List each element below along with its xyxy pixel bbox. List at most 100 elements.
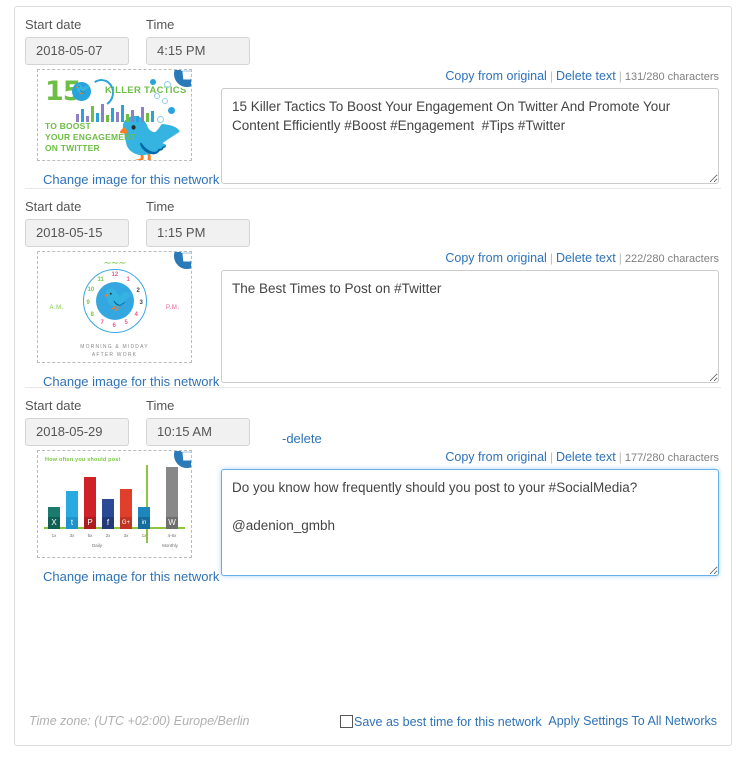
trash-icon	[180, 251, 192, 263]
post-image-2[interactable]: ∼∼∼ A.M. P.M. 12 1 2 3 4 5 6	[37, 251, 192, 363]
datetime-row-1: Start date Time	[15, 7, 731, 69]
datetime-row-3: Start date Time -delete	[15, 388, 731, 450]
text-side-2: Copy from original|Delete text|222/280 c…	[221, 251, 731, 383]
start-date-label-3: Start date	[25, 398, 129, 414]
post-text-area-3[interactable]	[221, 469, 719, 576]
tools-separator: |	[550, 450, 553, 464]
squiggle-icon: ∼∼∼	[103, 259, 125, 269]
start-date-label-2: Start date	[25, 199, 129, 215]
time-label-2: Time	[146, 199, 250, 215]
content-row-3: How often you should post X 1x t 3x	[15, 450, 731, 580]
text-side-3: Copy from original|Delete text|177/280 c…	[221, 450, 731, 576]
copy-from-original-link-3[interactable]: Copy from original	[445, 450, 546, 464]
clock-graphic: ∼∼∼ A.M. P.M. 12 1 2 3 4 5 6	[40, 253, 190, 361]
image-art-killer-tactics: 🐦 15 🐦 KILLER TACTICS	[38, 70, 191, 160]
text-side-1: Copy from original|Delete text|131/280 c…	[221, 69, 731, 184]
art-tagline-line1: TO BOOST	[45, 121, 136, 132]
post-text-area-2[interactable]	[221, 270, 719, 383]
start-date-field-2: Start date	[25, 199, 129, 247]
tools-separator: |	[619, 251, 622, 265]
tools-separator: |	[550, 69, 553, 83]
change-image-link-1[interactable]: Change image for this network	[43, 172, 194, 187]
bubble-dot-icon	[168, 107, 175, 114]
bubble-ring-icon	[164, 81, 171, 88]
bubble-ring-icon	[162, 98, 168, 104]
change-image-link-3[interactable]: Change image for this network	[43, 569, 194, 584]
post-block-2: Start date Time ∼∼∼ A.M. P.M.	[15, 189, 731, 387]
char-counter-1: 131/280 characters	[625, 71, 719, 83]
panel-footer: Time zone: (UTC +02:00) Europe/Berlin Sa…	[15, 701, 731, 745]
bubble-ring-icon	[154, 93, 160, 99]
time-input-3[interactable]	[146, 418, 250, 446]
am-label: A.M.	[50, 305, 64, 311]
thumbnail-wrap-1: 🐦 15 🐦 KILLER TACTICS	[37, 69, 194, 187]
time-field-2: Time	[146, 199, 250, 247]
image-art-post-frequency-chart: How often you should post X 1x t 3x	[38, 451, 191, 557]
twitter-bird-icon: 🐦	[96, 282, 134, 320]
tools-separator: |	[619, 69, 622, 83]
post-block-1: Start date Time 🐦 15 🐦 KILLER TACTICS	[15, 7, 731, 188]
post-image-1[interactable]: 🐦 15 🐦 KILLER TACTICS	[37, 69, 192, 161]
best-time-group: Save as best time for this network	[340, 714, 542, 729]
time-field-3: Time	[146, 398, 250, 446]
skyline-graphic	[76, 102, 158, 122]
tools-separator: |	[619, 450, 622, 464]
content-row-2: ∼∼∼ A.M. P.M. 12 1 2 3 4 5 6	[15, 251, 731, 387]
start-date-input-3[interactable]	[25, 418, 129, 446]
clock-caption: MORNING & MIDDAY AFTER WORK	[40, 343, 190, 359]
datetime-row-2: Start date Time	[15, 189, 731, 251]
time-field-1: Time	[146, 17, 250, 65]
time-label-3: Time	[146, 398, 250, 414]
chart-daily-label: Daily	[54, 543, 140, 548]
text-tools-2: Copy from original|Delete text|222/280 c…	[221, 251, 719, 270]
network-post-panel: Start date Time 🐦 15 🐦 KILLER TACTICS	[14, 6, 732, 746]
chart-art-title: How often you should post	[45, 457, 121, 463]
delete-text-link-1[interactable]: Delete text	[556, 69, 616, 83]
art-tagline-line2: YOUR ENGAGEMENT	[45, 132, 136, 143]
pm-label: P.M.	[166, 305, 180, 311]
start-date-label-1: Start date	[25, 17, 129, 33]
text-tools-3: Copy from original|Delete text|177/280 c…	[221, 450, 719, 469]
tools-separator: |	[550, 251, 553, 265]
delete-entry-link-3[interactable]: -delete	[282, 431, 322, 446]
start-date-field-1: Start date	[25, 17, 129, 65]
copy-from-original-link-2[interactable]: Copy from original	[445, 251, 546, 265]
time-input-1[interactable]	[146, 37, 250, 65]
save-best-time-checkbox[interactable]	[340, 715, 353, 728]
delete-text-link-3[interactable]: Delete text	[556, 450, 616, 464]
start-date-input-1[interactable]	[25, 37, 129, 65]
chart-monthly-label: Monthly	[150, 543, 190, 548]
content-row-1: 🐦 15 🐦 KILLER TACTICS	[15, 69, 731, 188]
clock-caption-line2: AFTER WORK	[40, 351, 190, 359]
art-tagline-line3: ON TWITTER	[45, 143, 136, 154]
post-image-3[interactable]: How often you should post X 1x t 3x	[37, 450, 192, 558]
trash-icon	[180, 69, 192, 81]
bubble-ring-icon	[157, 116, 164, 123]
char-counter-2: 222/280 characters	[625, 253, 719, 265]
copy-from-original-link-1[interactable]: Copy from original	[445, 69, 546, 83]
timezone-label: Time zone: (UTC +02:00) Europe/Berlin	[29, 714, 249, 728]
thumbnail-wrap-3: How often you should post X 1x t 3x	[37, 450, 194, 584]
clock-caption-line1: MORNING & MIDDAY	[40, 343, 190, 351]
time-input-2[interactable]	[146, 219, 250, 247]
clock-face: 12 1 2 3 4 5 6 7 8 9 10	[83, 269, 147, 333]
thumbnail-wrap-2: ∼∼∼ A.M. P.M. 12 1 2 3 4 5 6	[37, 251, 194, 389]
save-best-time-label[interactable]: Save as best time for this network	[354, 715, 542, 729]
post-block-3: Start date Time -delete How often you sh…	[15, 388, 731, 580]
image-art-best-times-clock: ∼∼∼ A.M. P.M. 12 1 2 3 4 5 6	[38, 252, 191, 362]
start-date-field-3: Start date	[25, 398, 129, 446]
text-tools-1: Copy from original|Delete text|131/280 c…	[221, 69, 719, 88]
art-headline-1: KILLER TACTICS	[105, 85, 187, 96]
chart-separator-line	[146, 465, 149, 543]
start-date-input-2[interactable]	[25, 219, 129, 247]
char-counter-3: 177/280 characters	[625, 452, 719, 464]
change-image-link-2[interactable]: Change image for this network	[43, 374, 194, 389]
apply-settings-all-networks-link[interactable]: Apply Settings To All Networks	[548, 714, 717, 728]
trash-icon	[180, 450, 192, 462]
post-text-area-1[interactable]	[221, 88, 719, 184]
time-label-1: Time	[146, 17, 250, 33]
art-tagline-1: TO BOOST YOUR ENGAGEMENT ON TWITTER	[45, 121, 136, 154]
bubble-dot-icon	[150, 79, 156, 85]
chart-art-plot: X 1x t 3x P 5x f 2x	[44, 465, 185, 551]
delete-text-link-2[interactable]: Delete text	[556, 251, 616, 265]
